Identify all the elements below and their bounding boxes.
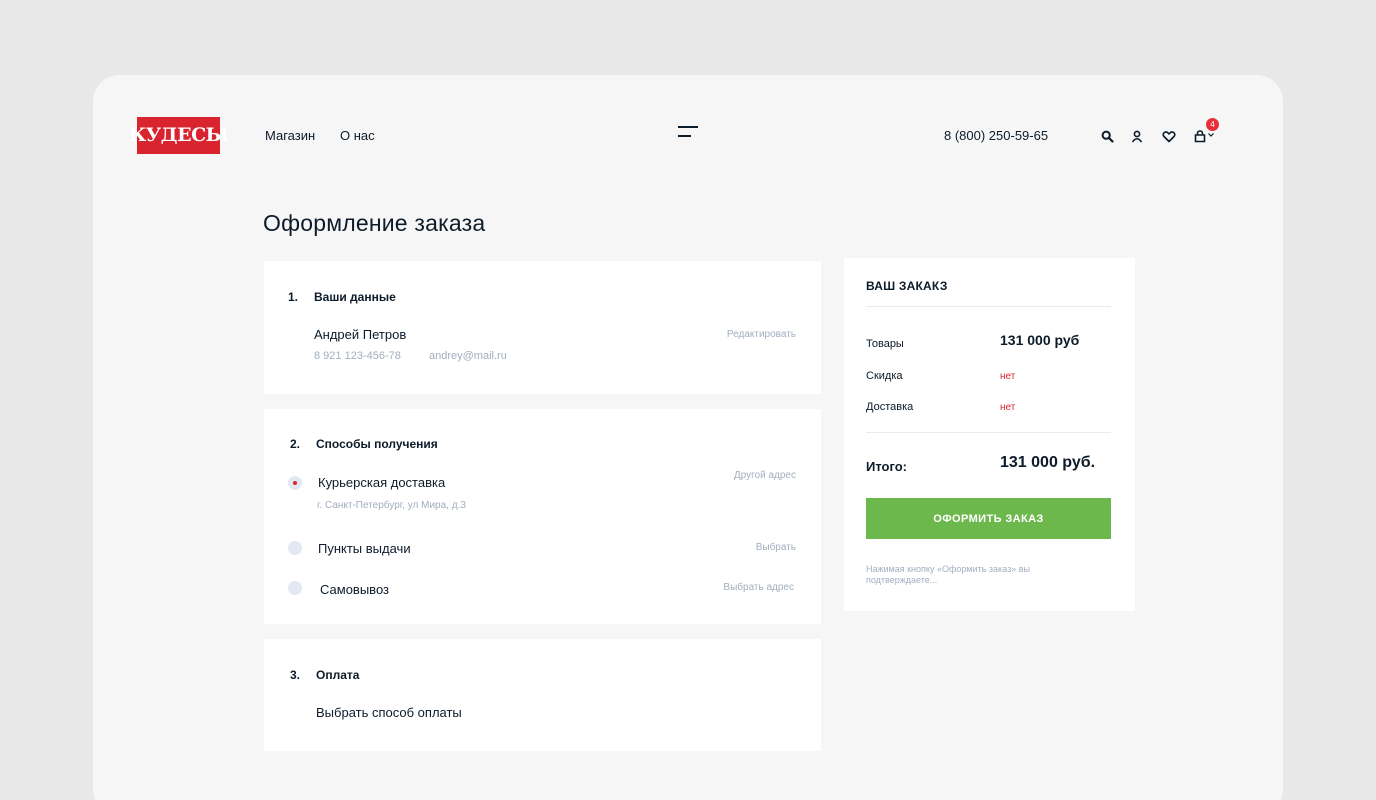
option-pickup-points-label[interactable]: Пункты выдачи <box>318 541 411 556</box>
customer-name: Андрей Петров <box>314 327 407 342</box>
summary-title: ВАШ ЗАКАКЗ <box>866 279 948 293</box>
user-icon[interactable] <box>1129 128 1145 144</box>
logo-text: КУДЕСЫ <box>128 124 229 146</box>
summary-divider <box>866 306 1111 307</box>
delivery-label: Доставка <box>866 401 914 413</box>
discount-value: нет <box>1000 371 1016 382</box>
phone-number[interactable]: 8 (800) 250-59-65 <box>944 128 1048 143</box>
total-label: Итого: <box>866 459 907 474</box>
edit-personal-link[interactable]: Редактировать <box>700 329 796 340</box>
section-title-text: Способы получения <box>316 437 438 451</box>
section-title-text: Оплата <box>316 668 360 682</box>
total-value: 131 000 руб. <box>1000 454 1096 471</box>
option-self-pickup-label[interactable]: Самовывоз <box>320 582 389 597</box>
customer-phone: 8 921 123-456-78 <box>314 350 401 362</box>
nav-link-shop[interactable]: Магазин <box>265 128 315 143</box>
heart-icon[interactable] <box>1161 128 1177 144</box>
chevron-down-icon[interactable] <box>1207 131 1215 139</box>
section-2-title: 2. Способы получения <box>290 437 438 451</box>
menu-icon[interactable] <box>678 126 698 138</box>
cart-count-badge: 4 <box>1206 118 1219 131</box>
section-number: 2. <box>290 437 301 451</box>
page-title: Оформление заказа <box>263 210 486 236</box>
payment-card <box>264 639 821 751</box>
section-1-title: 1. Ваши данные <box>288 290 396 304</box>
summary-divider <box>866 432 1111 433</box>
bag-icon[interactable] <box>1192 128 1208 144</box>
nav-link-about[interactable]: О нас <box>340 128 375 143</box>
choose-pickup-link[interactable]: Выбрать <box>700 542 796 553</box>
option-courier-label[interactable]: Курьерская доставка <box>318 475 445 490</box>
radio-courier[interactable] <box>288 476 302 490</box>
search-icon[interactable] <box>1099 128 1115 144</box>
customer-email: andrey@mail.ru <box>429 350 507 362</box>
section-3-title: 3. Оплата <box>290 668 359 682</box>
section-number: 3. <box>290 668 301 682</box>
goods-value: 131 000 руб <box>1000 332 1080 348</box>
terms-note: Нажимая кнопку «Оформить заказ» вы подтв… <box>866 564 1030 585</box>
order-summary-card <box>844 258 1135 611</box>
logo[interactable]: КУДЕСЫ <box>129 117 229 154</box>
choose-payment-link[interactable]: Выбрать способ оплаты <box>316 705 462 720</box>
discount-label: Скидка <box>866 370 903 382</box>
section-title-text: Ваши данные <box>314 290 396 304</box>
place-order-button[interactable]: ОФОРМИТЬ ЗАКАЗ <box>866 498 1111 539</box>
courier-address: г. Санкт-Петербург, ул Мира, д.3 <box>317 500 466 511</box>
choose-address-link[interactable]: Выбрать адрес <box>680 582 794 593</box>
other-address-link[interactable]: Другой адрес <box>680 470 796 481</box>
delivery-value: нет <box>1000 402 1016 413</box>
section-number: 1. <box>288 290 299 304</box>
goods-label: Товары <box>866 338 904 350</box>
radio-self-pickup[interactable] <box>288 581 302 595</box>
radio-pickup-points[interactable] <box>288 541 302 555</box>
